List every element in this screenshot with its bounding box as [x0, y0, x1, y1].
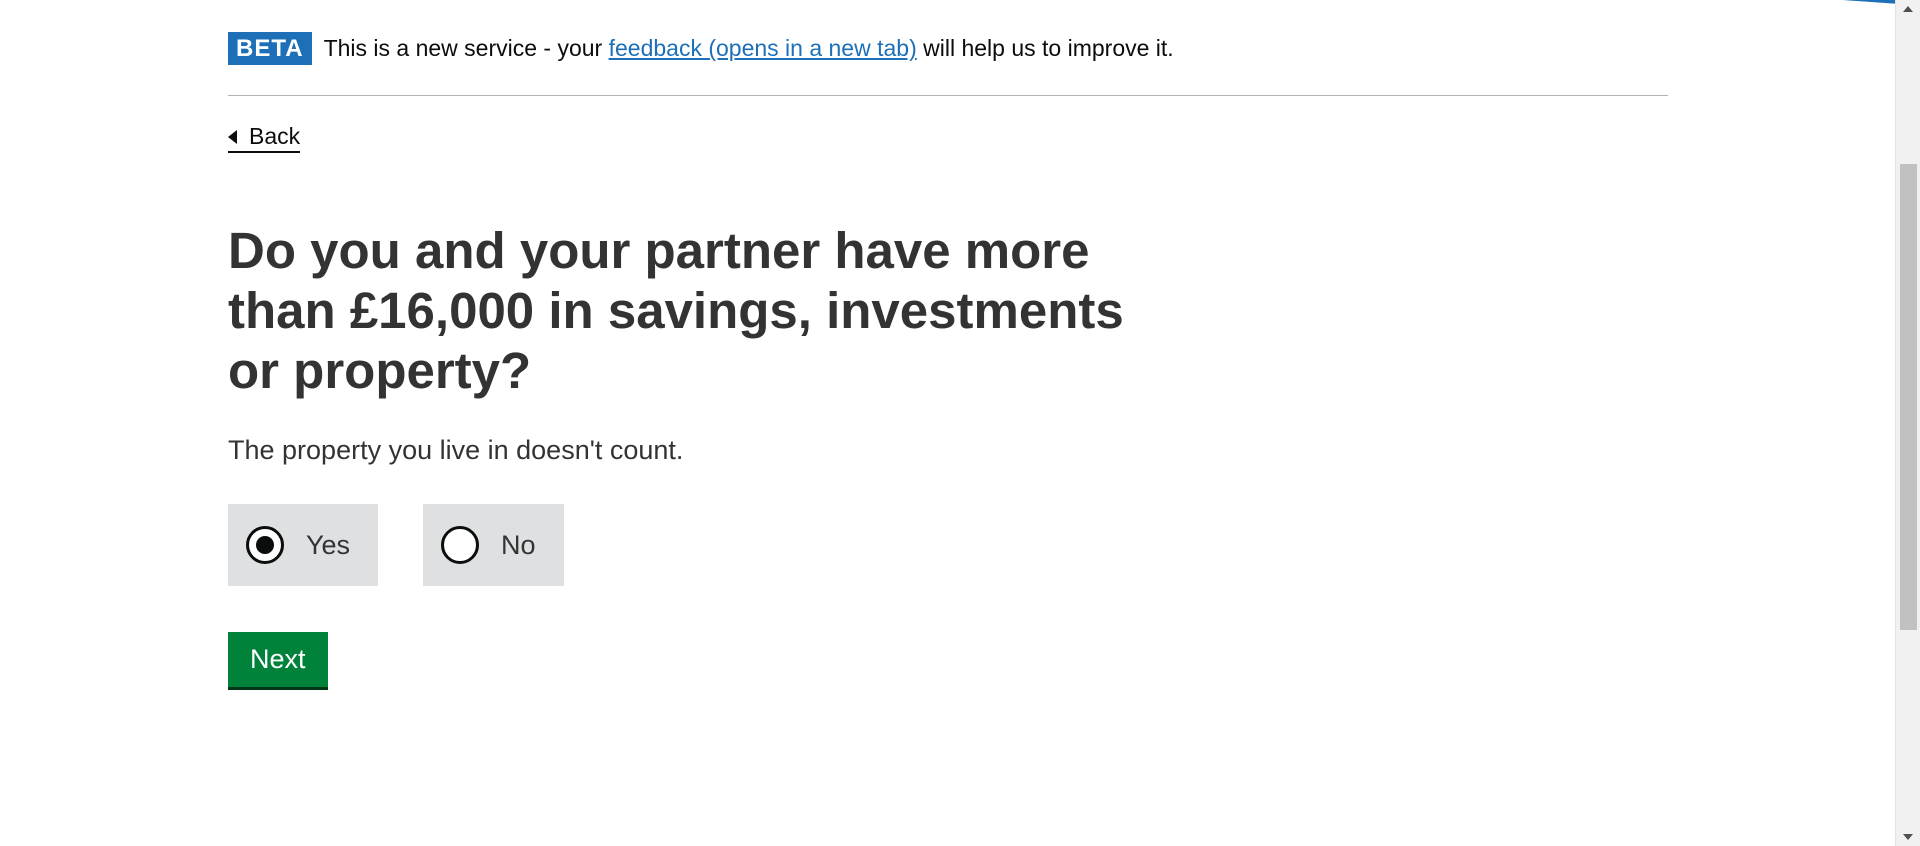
radio-label-yes: Yes [306, 529, 351, 560]
question-heading: Do you and your partner have more than £… [228, 222, 1124, 399]
radio-checked-icon[interactable] [246, 526, 284, 564]
scroll-down-icon[interactable] [1903, 834, 1913, 840]
back-link[interactable]: Back [228, 123, 301, 153]
scroll-up-icon[interactable] [1903, 6, 1913, 12]
phase-banner-text: This is a new service - your feedback (o… [324, 35, 1174, 62]
radio-label-no: No [501, 529, 536, 560]
question-hint: The property you live in doesn't count. [228, 435, 684, 465]
beta-tag: BETA [228, 32, 312, 65]
back-link-label: Back [249, 123, 301, 149]
radio-option-no[interactable]: No [423, 504, 564, 586]
phase-banner: BETA This is a new service - your feedba… [228, 0, 1668, 96]
main-container: BETA This is a new service - your feedba… [228, 0, 1668, 687]
corner-accent [1789, 0, 1900, 4]
phase-text-before: This is a new service - your [323, 35, 609, 61]
page: BETA This is a new service - your feedba… [0, 0, 1920, 846]
scroll-thumb[interactable] [1900, 164, 1917, 630]
vertical-scrollbar[interactable] [1895, 0, 1920, 846]
back-arrow-icon [228, 129, 237, 144]
feedback-link[interactable]: feedback (opens in a new tab) [609, 35, 917, 61]
radio-group: Yes No [228, 504, 1668, 586]
phase-text-after: will help us to improve it. [916, 35, 1174, 61]
radio-option-yes[interactable]: Yes [228, 504, 379, 586]
radio-unchecked-icon[interactable] [441, 526, 480, 564]
next-button[interactable]: Next [228, 632, 328, 687]
